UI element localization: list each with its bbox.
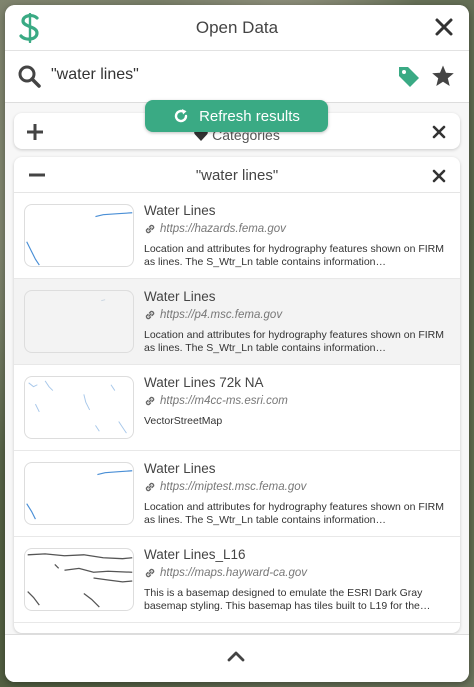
search-bar: "water lines": [5, 51, 469, 103]
panel-footer: [5, 634, 469, 682]
link-icon: [145, 396, 155, 406]
result-item[interactable]: Water Lines_L16 https://maps.hayward-ca.…: [14, 537, 460, 623]
result-thumbnail: [24, 548, 134, 611]
result-url-text: https://p4.msc.fema.gov: [160, 309, 283, 321]
result-title[interactable]: Water Lines: [144, 461, 216, 476]
link-icon: [145, 310, 155, 320]
results-header: "water lines": [14, 157, 460, 193]
result-thumbnail: [24, 376, 134, 439]
result-description: Location and attributes for hydrography …: [144, 501, 444, 526]
result-url-text: https://m4cc-ms.esri.com: [160, 395, 288, 407]
clear-results-icon[interactable]: [432, 169, 446, 183]
close-icon[interactable]: [433, 16, 455, 38]
search-icon[interactable]: [17, 64, 41, 88]
refresh-results-button[interactable]: Refresh results: [145, 100, 328, 132]
result-title[interactable]: Water Lines 72k NA: [144, 375, 264, 390]
tag-icon[interactable]: [397, 64, 421, 88]
chevron-up-icon[interactable]: [227, 649, 245, 663]
star-icon[interactable]: [431, 64, 455, 88]
result-thumbnail: [24, 290, 134, 353]
result-thumbnail: [24, 204, 134, 267]
result-item[interactable]: Water Lines https://hazards.fema.gov Loc…: [14, 193, 460, 279]
result-description: This is a basemap designed to emulate th…: [144, 587, 431, 612]
refresh-icon: [174, 109, 188, 123]
page-title: Open Data: [195, 18, 279, 37]
result-url: https://hazards.fema.gov: [144, 223, 286, 235]
search-input[interactable]: "water lines": [51, 66, 139, 84]
open-data-panel: Open Data "water lines" Categories Refre…: [5, 5, 469, 682]
result-description: Location and attributes for hydrography …: [144, 329, 444, 354]
result-item[interactable]: Water Lines https://miptest.msc.fema.gov…: [14, 451, 460, 537]
result-url-text: https://miptest.msc.fema.gov: [160, 481, 307, 493]
result-description: Location and attributes for hydrography …: [144, 243, 444, 268]
link-icon: [145, 224, 155, 234]
result-title[interactable]: Water Lines: [144, 289, 216, 304]
result-description: VectorStreetMap: [144, 415, 223, 427]
refresh-label: Refresh results: [199, 107, 300, 125]
panel-header: Open Data: [5, 5, 469, 51]
result-url-text: https://hazards.fema.gov: [160, 223, 286, 235]
results-panel: "water lines" Water Lines https://hazard…: [14, 157, 460, 633]
result-title[interactable]: Water Lines_L16: [144, 547, 246, 562]
result-url-text: https://maps.hayward-ca.gov: [160, 567, 308, 579]
result-thumbnail: [24, 462, 134, 525]
link-icon: [145, 482, 155, 492]
result-url: https://m4cc-ms.esri.com: [144, 395, 288, 407]
result-item[interactable]: Water Lines 72k NA https://m4cc-ms.esri.…: [14, 365, 460, 451]
result-title[interactable]: Water Lines: [144, 203, 216, 218]
result-url: https://miptest.msc.fema.gov: [144, 481, 306, 493]
result-item[interactable]: Water Lines https://p4.msc.fema.gov Loca…: [14, 279, 460, 365]
result-url: https://p4.msc.fema.gov: [144, 309, 282, 321]
link-icon: [145, 568, 155, 578]
results-title: "water lines": [195, 167, 279, 184]
result-url: https://maps.hayward-ca.gov: [144, 567, 307, 579]
clear-categories-icon[interactable]: [432, 125, 446, 139]
